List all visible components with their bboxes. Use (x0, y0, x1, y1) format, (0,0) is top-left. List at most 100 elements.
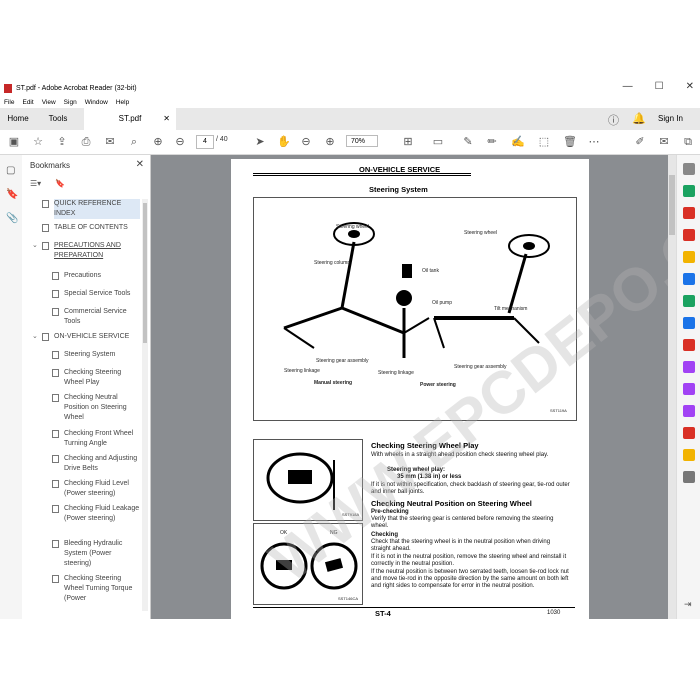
stamp-icon[interactable]: ⬚ (536, 134, 552, 150)
bookmark-label: Checking Neutral Position on Steering Wh… (64, 394, 127, 421)
delete-icon[interactable]: 🗑 (562, 134, 578, 150)
bookmark-label: Checking Steering Wheel Turning Torque (… (64, 575, 133, 602)
close-tab-icon[interactable]: ✕ (163, 108, 170, 130)
left-navigation-rail: ▢ 🔖 📎 (0, 155, 23, 619)
find-bookmark-icon[interactable]: 🔖 (55, 179, 65, 188)
create-pdf-icon[interactable] (683, 207, 695, 219)
scan-ocr-icon[interactable] (683, 317, 695, 329)
bookmark-item[interactable]: TABLE OF CONTENTS (42, 223, 140, 233)
bookmark-item[interactable]: Special Service Tools (52, 289, 140, 299)
more-tools-icon[interactable]: ⋯ (586, 134, 602, 150)
bookmark-icon (52, 351, 59, 359)
close-window-button[interactable]: ✕ (686, 81, 694, 92)
upload-icon[interactable]: ⇪ (54, 134, 70, 150)
save-icon[interactable]: ▣ (6, 134, 22, 150)
expand-chevron-icon[interactable]: ⌄ (32, 241, 38, 251)
fit-page-icon[interactable]: ⊞ (400, 134, 416, 150)
edit-pdf-tool-icon[interactable] (683, 229, 695, 241)
bookmark-options-icon[interactable]: ☰▾ (30, 179, 41, 188)
tab-home[interactable]: Home (0, 108, 36, 130)
menu-bar: File Edit View Sign Window Help (0, 96, 700, 108)
document-viewer[interactable]: ON-VEHICLE SERVICE Steering System Steer… (151, 155, 676, 619)
prepare-form-icon[interactable] (683, 449, 695, 461)
bookmark-label: Steering System (64, 351, 116, 358)
menu-window[interactable]: Window (85, 99, 108, 106)
menu-view[interactable]: View (42, 99, 56, 106)
bookmarks-panel-icon[interactable]: 🔖 (6, 189, 18, 200)
menu-sign[interactable]: Sign (64, 99, 77, 106)
menu-edit[interactable]: Edit (22, 99, 33, 106)
window-title: ST.pdf - Adobe Acrobat Reader (32-bit) (16, 84, 137, 92)
notifications-icon[interactable]: 🔔 (632, 112, 646, 125)
bookmark-item[interactable]: Checking Steering Wheel Play (52, 368, 140, 388)
hand-tool-icon[interactable]: ✋ (276, 134, 292, 150)
bookmarks-title: Bookmarks (30, 161, 71, 170)
zoom-select[interactable]: 70% (346, 135, 378, 147)
next-page-icon[interactable]: ⊖ (172, 134, 188, 150)
bookmark-item[interactable]: Steering System (52, 350, 140, 360)
bookmark-star-icon[interactable]: ☆ (30, 134, 46, 150)
expand-chevron-icon[interactable]: ⌄ (32, 332, 38, 342)
print-icon[interactable]: ⎙ (78, 134, 94, 150)
bookmark-item[interactable]: Checking Steering Wheel Turning Torque (… (52, 574, 140, 604)
bookmark-label: Precautions (64, 272, 101, 279)
page-total: / 40 (216, 136, 228, 143)
bookmark-item[interactable]: ⌄ ON-VEHICLE SERVICE (32, 332, 140, 342)
bookmark-item[interactable]: Checking Front Wheel Turning Angle (52, 429, 140, 449)
select-cursor-icon[interactable]: ➤ (252, 134, 268, 150)
bookmark-item[interactable]: Checking Neutral Position on Steering Wh… (52, 393, 140, 423)
previous-page-icon[interactable]: ⊕ (150, 134, 166, 150)
collapse-panel-icon[interactable]: ⇥ (684, 599, 692, 610)
bookmark-item[interactable]: ⌄ PRECAUTIONS AND PREPARATION (32, 241, 140, 261)
minimize-button[interactable]: — (623, 81, 633, 92)
bookmark-item[interactable]: Checking and Adjusting Drive Belts (52, 454, 140, 474)
comment-icon[interactable]: ▭ (430, 134, 446, 150)
draw-icon[interactable]: ✏ (484, 134, 500, 150)
protect-icon[interactable] (683, 339, 695, 351)
bookmark-item[interactable]: Bleeding Hydraulic System (Power steerin… (52, 539, 140, 569)
tab-tools[interactable]: Tools (36, 108, 80, 130)
email-icon[interactable]: ✉ (102, 134, 118, 150)
bookmark-label: Checking and Adjusting Drive Belts (64, 455, 138, 472)
figure-code-3: SST146CA (338, 596, 359, 601)
bookmark-item[interactable]: Precautions (52, 271, 140, 281)
sign-in-link[interactable]: Sign In (658, 114, 683, 123)
bookmark-icon (42, 200, 49, 208)
bookmark-item[interactable]: Checking Fluid Level (Power steering) (52, 479, 140, 499)
bookmark-item[interactable]: QUICK REFERENCE INDEX (42, 199, 140, 219)
more-tools-rail-icon[interactable] (683, 471, 695, 483)
zoom-in-icon[interactable]: ⊕ (322, 134, 338, 150)
tab-document[interactable]: ST.pdf ✕ (84, 108, 176, 130)
organize-pages-icon[interactable] (683, 295, 695, 307)
export-pdf-icon[interactable] (683, 185, 695, 197)
fill-sign-icon[interactable] (683, 361, 695, 373)
edit-pdf-icon[interactable]: ✐ (632, 134, 648, 150)
tab-bar: Home Tools ST.pdf ✕ ⓘ 🔔 Sign In (0, 108, 700, 131)
zoom-out-icon[interactable]: ⊖ (298, 134, 314, 150)
page-number-input[interactable]: 4 (196, 135, 214, 149)
close-bookmarks-icon[interactable]: ✕ (136, 159, 144, 170)
label-manual-steering: Manual steering (314, 380, 353, 386)
highlight-icon[interactable]: ✎ (460, 134, 476, 150)
sign-icon[interactable]: ✍ (510, 134, 526, 150)
bookmark-icon (52, 369, 59, 377)
page-thumbnails-icon[interactable]: ▢ (6, 165, 15, 176)
combine-files-icon[interactable] (683, 273, 695, 285)
search-icon[interactable]: ⌕ (126, 134, 142, 150)
share-link-icon[interactable]: ⧉ (680, 134, 696, 150)
maximize-button[interactable]: ☐ (655, 81, 664, 92)
bookmark-item[interactable]: Commercial Service Tools (52, 307, 140, 327)
viewer-scrollbar[interactable] (668, 155, 676, 619)
attachments-icon[interactable]: 📎 (6, 213, 18, 224)
bookmarks-scrollbar[interactable] (142, 199, 148, 611)
menu-file[interactable]: File (4, 99, 14, 106)
comment-tool-icon[interactable] (683, 251, 695, 263)
bookmark-item[interactable]: Checking Fluid Leakage (Power steering) (52, 504, 140, 524)
menu-help[interactable]: Help (116, 99, 129, 106)
redact-icon[interactable] (683, 405, 695, 417)
compress-icon[interactable] (683, 427, 695, 439)
help-icon[interactable]: ⓘ (608, 112, 619, 128)
send-for-signature-icon[interactable] (683, 383, 695, 395)
tools-search-icon[interactable] (683, 163, 695, 175)
share-email-icon[interactable]: ✉ (656, 134, 672, 150)
